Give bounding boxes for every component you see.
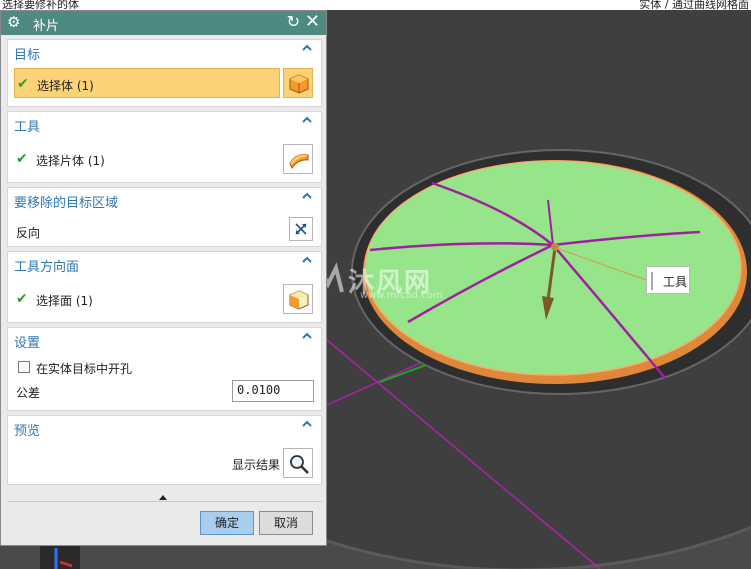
expand-more-icon[interactable] xyxy=(157,490,169,500)
select-body-row[interactable]: ✔ 选择体 (1) xyxy=(14,68,280,98)
reset-icon[interactable]: ↻ xyxy=(287,13,300,31)
tool-direction-section: 工具方向面 ✔ 选择面 (1) xyxy=(7,251,322,323)
divider xyxy=(7,501,322,502)
cancel-button[interactable]: 取消 xyxy=(259,511,313,535)
triad-area xyxy=(40,545,80,569)
patch-dialog: ⚙ 补片 ↻ ✕ 目标 ✔ 选择体 (1) 工具 ✔ 选择片体 (1) 要移除的… xyxy=(0,10,327,546)
collapse-chevron-icon[interactable] xyxy=(301,330,315,344)
top-status-strip: 选择要修补的体 实体 / 通过曲线网格面 xyxy=(0,0,751,10)
preview-section: 预览 显示结果 xyxy=(7,415,322,485)
select-sheet-row[interactable]: ✔ 选择片体 (1) xyxy=(14,144,274,174)
select-body-label: 选择体 (1) xyxy=(37,79,94,93)
dialog-title-bar[interactable]: ⚙ 补片 ↻ ✕ xyxy=(1,11,326,35)
tool-label-tag[interactable]: 工具 xyxy=(646,266,690,294)
open-hole-label: 在实体目标中开孔 xyxy=(36,362,133,376)
select-face-label: 选择面 (1) xyxy=(36,294,93,308)
settings-header[interactable]: 设置 xyxy=(14,332,40,351)
status-right-text: 实体 / 通过曲线网格面 xyxy=(639,0,749,10)
collapse-chevron-icon[interactable] xyxy=(301,418,315,432)
select-face-button[interactable] xyxy=(283,284,313,314)
open-hole-checkbox[interactable] xyxy=(18,361,30,373)
settings-section: 设置 在实体目标中开孔 公差 0.0100 xyxy=(7,327,322,411)
status-left-text: 选择要修补的体 xyxy=(2,0,79,10)
select-face-row[interactable]: ✔ 选择面 (1) xyxy=(14,284,274,314)
remove-region-section: 要移除的目标区域 反向 xyxy=(7,187,322,247)
face-select-icon xyxy=(289,290,309,310)
tag-grip[interactable] xyxy=(651,272,653,290)
ok-button[interactable]: 确定 xyxy=(200,511,254,535)
select-sheet-label: 选择片体 (1) xyxy=(36,154,105,168)
remove-region-header[interactable]: 要移除的目标区域 xyxy=(14,192,118,211)
reverse-label: 反向 xyxy=(16,226,41,240)
check-icon: ✔ xyxy=(16,291,28,307)
tool-label-text: 工具 xyxy=(663,275,688,289)
dialog-title: 补片 xyxy=(33,19,60,34)
reverse-direction-button[interactable] xyxy=(289,217,313,241)
collapse-chevron-icon[interactable] xyxy=(301,114,315,128)
vector-origin xyxy=(551,243,559,251)
reverse-direction-icon xyxy=(295,223,307,235)
show-result-label: 显示结果 xyxy=(232,458,281,472)
target-header[interactable]: 目标 xyxy=(14,44,40,63)
tolerance-label: 公差 xyxy=(16,386,41,400)
tolerance-input[interactable]: 0.0100 xyxy=(232,380,314,402)
collapse-chevron-icon[interactable] xyxy=(301,190,315,204)
select-body-button[interactable] xyxy=(283,68,313,98)
tool-direction-header[interactable]: 工具方向面 xyxy=(14,256,79,275)
preview-header[interactable]: 预览 xyxy=(14,420,40,439)
tool-header[interactable]: 工具 xyxy=(14,116,40,135)
check-icon: ✔ xyxy=(17,76,29,92)
gear-icon[interactable]: ⚙ xyxy=(7,14,23,30)
collapse-chevron-icon[interactable] xyxy=(301,254,315,268)
tool-section: 工具 ✔ 选择片体 (1) xyxy=(7,111,322,183)
collapse-chevron-icon[interactable] xyxy=(301,42,315,56)
select-sheet-button[interactable] xyxy=(283,144,313,174)
solid-body-icon xyxy=(289,74,309,94)
watermark-url: www.mfcad.com xyxy=(360,290,443,301)
target-section: 目标 ✔ 选择体 (1) xyxy=(7,39,322,107)
check-icon: ✔ xyxy=(16,151,28,167)
sheet-body-icon xyxy=(289,154,309,170)
show-result-button[interactable] xyxy=(283,448,313,478)
magnifier-icon xyxy=(290,455,309,474)
close-icon[interactable]: ✕ xyxy=(305,12,320,32)
